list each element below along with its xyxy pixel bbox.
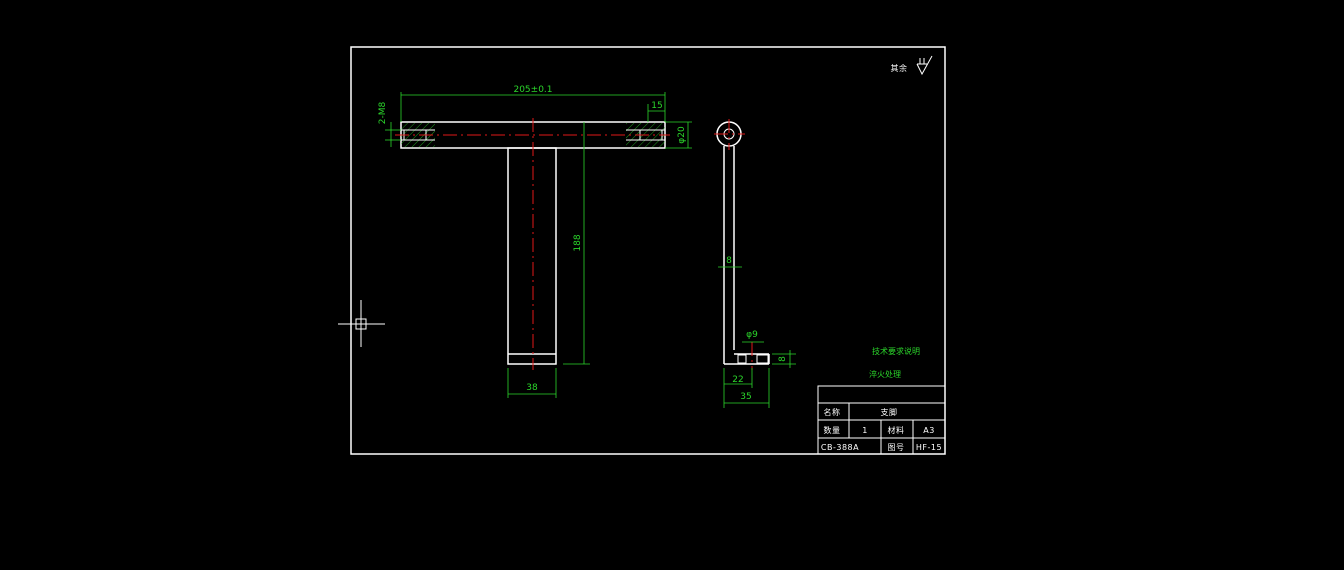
dim-rod-diameter: φ20 [677,126,687,144]
tb-material-label: 材料 [888,425,905,435]
dim-side-thickness: 8 [726,256,732,266]
note-tech-requirement: 技术要求说明 [872,346,920,356]
roughness-note: 其余 [891,63,908,73]
crosshair-cursor-icon[interactable] [338,300,385,347]
dim-leg-width: 38 [526,383,538,393]
dim-side-foot-height: 8 [778,356,788,362]
note-heat-treatment: 淬火处理 [869,369,901,379]
tb-qty-label: 数量 [824,425,841,435]
dim-side-inner: 22 [732,375,743,385]
tb-standard: CB-388A [821,443,859,452]
tb-name-label: 名称 [824,407,841,417]
dim-side-total: 35 [740,392,751,402]
tb-drawing-no-value: HF-15 [916,443,942,452]
tb-name-value: 支脚 [881,407,898,417]
dim-hole-callout: 2-M8 [378,101,388,124]
dim-leg-length: 188 [573,234,583,251]
tb-material-value: A3 [923,426,935,435]
tb-drawing-no-label: 图号 [888,443,905,452]
dim-chamfer: 15 [651,101,662,111]
drawing-canvas[interactable]: 205±0.1 15 2-M8 φ20 188 38 8 φ9 8 22 35 … [0,0,1344,570]
dim-side-hole: φ9 [746,330,758,340]
leg [507,147,557,365]
side-view [714,119,770,370]
side-view-dimensions: 8 φ9 8 22 35 [718,256,796,408]
front-view [395,118,670,370]
tb-qty-value: 1 [862,426,868,435]
title-block: 名称 支脚 数量 1 材料 A3 CB-388A 图号 HF-15 [817,385,946,455]
dim-top-width: 205±0.1 [513,85,552,95]
roughness-symbol: 其余 [891,55,933,76]
